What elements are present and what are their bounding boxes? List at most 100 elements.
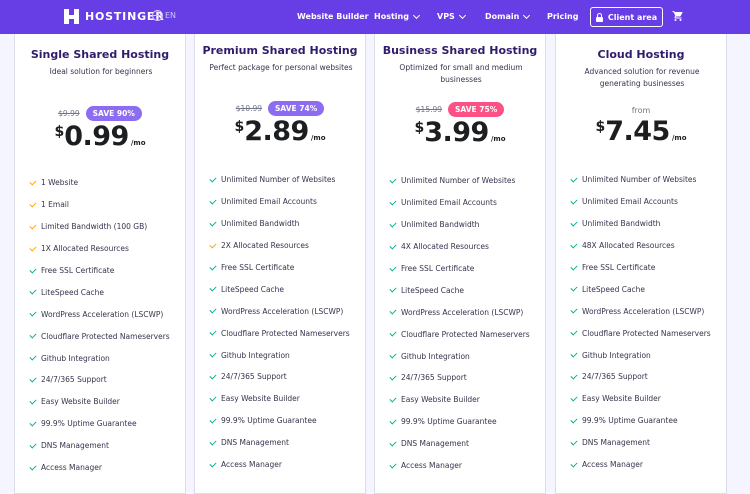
plan-subtitle: Optimized for small and medium businesse… (399, 63, 523, 84)
feature-item: LiteSpeed Cache (209, 278, 350, 300)
chevron-down-icon (412, 11, 420, 19)
lock-icon (595, 13, 603, 22)
discount-row: $9.99 SAVE 90% (15, 106, 185, 121)
green-check-icon (570, 306, 578, 314)
green-check-icon (570, 219, 578, 227)
currency-symbol: $ (595, 119, 606, 135)
feature-text: Easy Website Builder (401, 395, 480, 405)
nav-hosting[interactable]: Hosting (374, 11, 420, 21)
green-check-icon (570, 175, 578, 183)
green-check-icon (389, 198, 397, 206)
client-area-label: Client area (607, 12, 658, 22)
plan-title: Single Shared Hosting (30, 48, 170, 61)
feature-text: LiteSpeed Cache (582, 284, 646, 294)
feature-item: 48X Allocated Resources (570, 235, 711, 257)
language-selector[interactable]: EN (152, 10, 176, 21)
hostinger-logo[interactable]: HOSTINGER (64, 9, 165, 24)
green-check-icon (570, 241, 578, 249)
plan-price: $ 7.45 /mo (556, 116, 726, 147)
green-check-icon (209, 438, 217, 446)
green-check-icon (29, 419, 37, 427)
client-area-button[interactable]: Client area (590, 7, 663, 27)
old-price: $15.99 (415, 105, 443, 114)
feature-text: Easy Website Builder (582, 394, 661, 404)
nav-vps[interactable]: VPS (437, 11, 466, 21)
green-check-icon (209, 416, 217, 424)
feature-item: Cloudflare Protected Nameservers (389, 323, 530, 345)
nav-website-builder[interactable]: Website Builder (297, 12, 369, 21)
feature-text: LiteSpeed Cache (221, 284, 285, 294)
feature-item: Easy Website Builder (209, 388, 350, 410)
plan-subtitle: Ideal solution for beginners (49, 67, 153, 76)
green-check-icon (570, 394, 578, 402)
green-check-icon (209, 394, 217, 402)
orange-check-icon (209, 241, 217, 249)
feature-item: Easy Website Builder (389, 389, 530, 411)
green-check-icon (389, 351, 397, 359)
feature-text: Github Integration (582, 350, 651, 360)
cart-icon[interactable] (672, 10, 684, 22)
feature-item: Unlimited Bandwidth (389, 214, 530, 236)
feature-list: Unlimited Number of Websites Unlimited Em… (209, 169, 350, 476)
feature-text: DNS Management (221, 438, 289, 448)
green-check-icon (570, 197, 578, 205)
feature-text: Cloudflare Protected Nameservers (221, 328, 350, 338)
feature-text: Cloudflare Protected Nameservers (41, 331, 170, 341)
globe-icon (152, 10, 163, 21)
feature-item: 1X Allocated Resources (29, 238, 170, 260)
save-badge: SAVE 74% (268, 101, 325, 116)
feature-item: Limited Bandwidth (100 GB) (29, 216, 170, 238)
chevron-down-icon (523, 11, 531, 19)
feature-item: Access Manager (209, 454, 350, 476)
feature-text: Github Integration (41, 353, 110, 363)
feature-text: 24/7/365 Support (582, 372, 648, 382)
nav-item-label: Pricing (547, 12, 579, 21)
feature-item: LiteSpeed Cache (570, 278, 711, 300)
discount-row: $15.99 SAVE 75% (375, 102, 545, 117)
feature-list: Unlimited Number of Websites Unlimited Em… (389, 170, 530, 477)
feature-text: Github Integration (221, 350, 290, 360)
green-check-icon (29, 309, 37, 317)
green-check-icon (389, 263, 397, 272)
feature-text: 24/7/365 Support (41, 375, 107, 385)
price-period: /mo (130, 139, 146, 147)
feature-item: Unlimited Number of Websites (389, 170, 530, 192)
feature-text: 99.9% Uptime Guarantee (582, 416, 678, 426)
hostinger-logo-icon (64, 9, 79, 24)
green-check-icon (570, 350, 578, 358)
nav-domain[interactable]: Domain (485, 11, 531, 21)
save-badge: SAVE 75% (448, 102, 505, 117)
plan-price: $ 0.99 /mo (15, 121, 185, 152)
feature-item: Cloudflare Protected Nameservers (570, 322, 711, 344)
feature-text: Github Integration (401, 351, 470, 361)
feature-text: 1X Allocated Resources (41, 244, 129, 254)
green-check-icon (389, 460, 397, 469)
plan-subtitle: Advanced solution for revenue generating… (584, 67, 700, 88)
feature-text: 99.9% Uptime Guarantee (401, 417, 497, 427)
price-period: /mo (671, 134, 687, 142)
green-check-icon (570, 372, 578, 380)
feature-text: WordPress Acceleration (LSCWP) (582, 306, 705, 316)
price-amount: 2.89 (244, 116, 309, 147)
feature-item: 99.9% Uptime Guarantee (570, 410, 711, 432)
feature-item: DNS Management (29, 435, 170, 457)
feature-text: Limited Bandwidth (100 GB) (41, 222, 148, 232)
currency-symbol: $ (414, 120, 425, 136)
feature-text: Cloudflare Protected Nameservers (401, 329, 530, 339)
price-amount: 0.99 (64, 121, 129, 152)
feature-text: Access Manager (41, 463, 102, 473)
feature-text: 99.9% Uptime Guarantee (41, 419, 137, 429)
feature-item: Unlimited Bandwidth (570, 213, 711, 235)
feature-text: Unlimited Bandwidth (582, 219, 661, 229)
feature-text: Free SSL Certificate (582, 263, 656, 272)
old-price: $10.99 (235, 104, 263, 113)
feature-text: 2X Allocated Resources (221, 241, 309, 251)
feature-item: LiteSpeed Cache (389, 279, 530, 301)
orange-check-icon (29, 244, 37, 252)
green-check-icon (209, 306, 217, 314)
green-check-icon (570, 284, 578, 292)
plan-price: $ 2.89 /mo (195, 116, 365, 147)
nav-pricing[interactable]: Pricing (547, 12, 578, 21)
feature-item: Access Manager (389, 455, 530, 477)
feature-item: Free SSL Certificate (389, 258, 530, 280)
